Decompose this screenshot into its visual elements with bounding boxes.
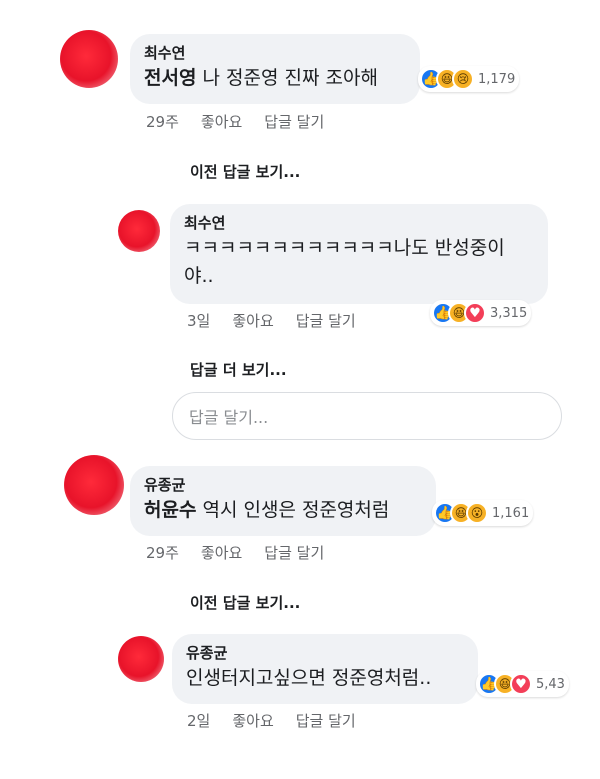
reaction-count: 5,43 bbox=[536, 676, 565, 692]
love-icon: ♥ bbox=[510, 673, 532, 695]
reaction-summary[interactable]: 👍 😆 ♥ 5,43 bbox=[476, 671, 569, 697]
like-button[interactable]: 좋아요 bbox=[232, 310, 273, 331]
like-button[interactable]: 좋아요 bbox=[201, 111, 242, 132]
comment-text: 인생터지고싶으면 정준영처럼.. bbox=[186, 667, 432, 689]
reply-button[interactable]: 답글 달기 bbox=[296, 310, 356, 331]
comment-time[interactable]: 29주 bbox=[146, 542, 179, 563]
sad-icon: 😢 bbox=[452, 68, 474, 90]
like-button[interactable]: 좋아요 bbox=[201, 542, 242, 563]
comment-author[interactable]: 최수연 bbox=[184, 214, 534, 232]
like-button[interactable]: 좋아요 bbox=[232, 710, 273, 731]
view-more-replies[interactable]: 답글 더 보기... bbox=[190, 359, 287, 380]
comment-bubble: 최수연 전서영 나 정준영 진짜 조아해 bbox=[130, 34, 420, 104]
reaction-summary[interactable]: 👍 😆 😢 1,179 bbox=[418, 66, 520, 92]
comment-text: ㅋㅋㅋㅋㅋㅋㅋㅋㅋㅋㅋㅋ나도 반성중이야.. bbox=[184, 237, 505, 287]
comment-actions: 2일 좋아요 답글 달기 bbox=[187, 710, 356, 731]
reply-button[interactable]: 답글 달기 bbox=[296, 710, 356, 731]
reaction-count: 1,179 bbox=[478, 71, 516, 87]
reaction-summary[interactable]: 👍 😆 😮 1,161 bbox=[432, 500, 534, 526]
comment-time[interactable]: 3일 bbox=[187, 310, 210, 331]
view-previous-replies[interactable]: 이전 답글 보기... bbox=[190, 592, 300, 613]
comment-time[interactable]: 29주 bbox=[146, 111, 179, 132]
avatar[interactable] bbox=[118, 636, 164, 682]
comment-text: 허윤수 역시 인생은 정준영처럼 bbox=[144, 499, 390, 521]
reply-button[interactable]: 답글 달기 bbox=[264, 111, 324, 132]
comment-bubble: 최수연 ㅋㅋㅋㅋㅋㅋㅋㅋㅋㅋㅋㅋ나도 반성중이야.. bbox=[170, 204, 548, 304]
comment-author[interactable]: 유종균 bbox=[186, 644, 464, 662]
avatar[interactable] bbox=[118, 210, 160, 252]
love-icon: ♥ bbox=[464, 302, 486, 324]
reaction-count: 3,315 bbox=[490, 305, 528, 321]
avatar[interactable] bbox=[60, 30, 118, 88]
reply-input[interactable]: 답글 달기... bbox=[172, 392, 562, 440]
mentioned-user[interactable]: 허윤수 bbox=[144, 499, 196, 521]
comment-text: 전서영 나 정준영 진짜 조아해 bbox=[144, 67, 378, 89]
comment-author[interactable]: 최수연 bbox=[144, 44, 406, 62]
view-previous-replies[interactable]: 이전 답글 보기... bbox=[190, 161, 300, 182]
reaction-count: 1,161 bbox=[492, 505, 530, 521]
mentioned-user[interactable]: 전서영 bbox=[144, 67, 196, 89]
comment-actions: 3일 좋아요 답글 달기 bbox=[187, 310, 356, 331]
comment-actions: 29주 좋아요 답글 달기 bbox=[146, 111, 324, 132]
reaction-summary[interactable]: 👍 😆 ♥ 3,315 bbox=[430, 300, 532, 326]
comment-author[interactable]: 유종균 bbox=[144, 476, 422, 494]
comment-actions: 29주 좋아요 답글 달기 bbox=[146, 542, 324, 563]
reply-button[interactable]: 답글 달기 bbox=[264, 542, 324, 563]
comment-time[interactable]: 2일 bbox=[187, 710, 210, 731]
comment-bubble: 유종균 인생터지고싶으면 정준영처럼.. bbox=[172, 634, 478, 704]
avatar[interactable] bbox=[64, 455, 124, 515]
comment-bubble: 유종균 허윤수 역시 인생은 정준영처럼 bbox=[130, 466, 436, 536]
wow-icon: 😮 bbox=[466, 502, 488, 524]
